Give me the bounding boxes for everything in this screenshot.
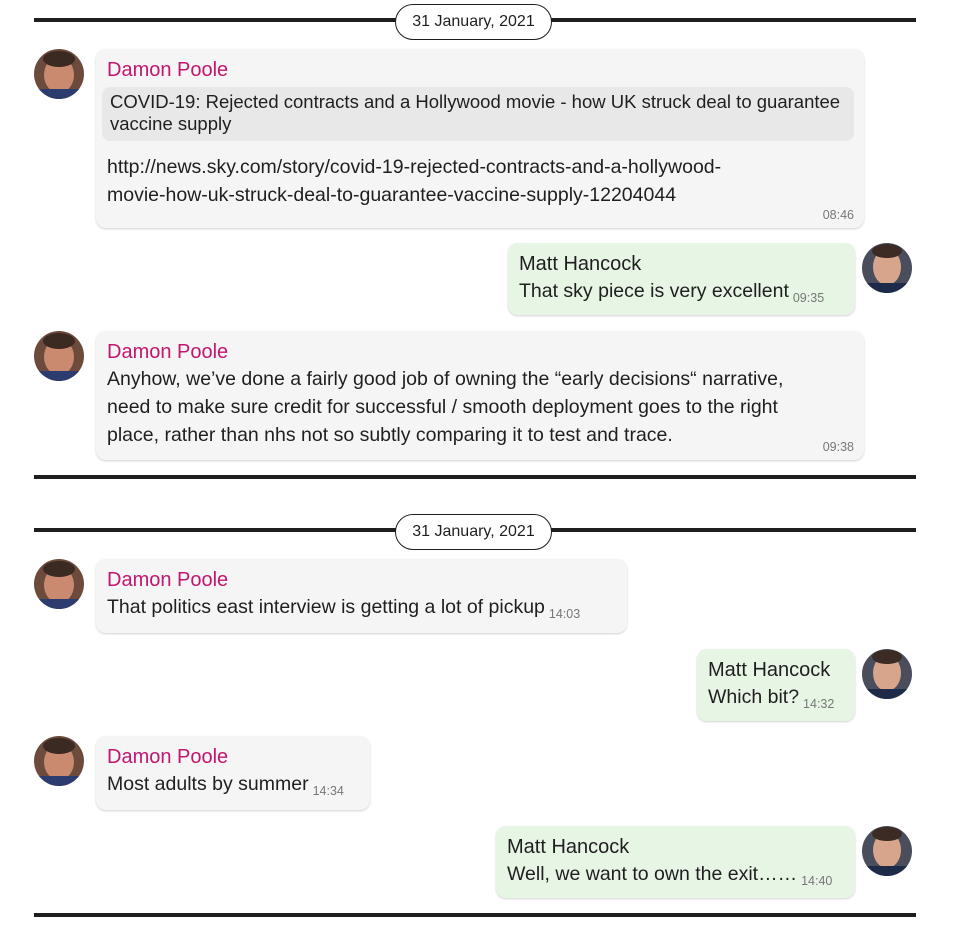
message-text-line: place, rather than nhs not so subtly com… <box>107 424 673 446</box>
sender-name: Damon Poole <box>107 59 229 81</box>
date-separator: 31 January, 2021 <box>395 514 552 550</box>
message-time: 14:03 <box>548 607 581 621</box>
link-preview[interactable]: COVID-19: Rejected contracts and a Holly… <box>102 87 854 141</box>
message-bubble: Matt Hancock Well, we want to own the ex… <box>496 826 855 898</box>
damon-avatar[interactable] <box>34 559 84 609</box>
matt-avatar[interactable] <box>862 243 912 293</box>
matt-avatar[interactable] <box>862 826 912 876</box>
message-time: 14:32 <box>803 697 835 711</box>
damon-avatar[interactable] <box>34 49 84 99</box>
message-text: Well, we want to own the exit…… 14:40 <box>507 860 845 890</box>
message-text-line: need to make sure credit for successful … <box>107 396 778 418</box>
message-time: 14:40 <box>801 874 833 888</box>
message-link-line[interactable]: http://news.sky.com/story/covid-19-rejec… <box>107 153 854 181</box>
message-text-line: Anyhow, we’ve done a fairly good job of … <box>107 368 784 390</box>
sender-name: Damon Poole <box>107 569 229 591</box>
message-bubble: Damon Poole Most adults by summer 14:34 <box>96 736 370 810</box>
section-end-line <box>34 475 916 479</box>
sender-name: Matt Hancock <box>507 836 630 858</box>
message-bubble: Damon Poole Anyhow, we’ve done a fairly … <box>96 331 864 460</box>
message-text-content: That politics east interview is getting … <box>107 596 545 618</box>
message-time: 09:35 <box>792 291 825 305</box>
sender-name: Damon Poole <box>107 341 229 363</box>
damon-avatar[interactable] <box>34 736 84 786</box>
message-time: 08:46 <box>822 208 854 222</box>
matt-avatar[interactable] <box>862 649 912 699</box>
message-bubble: Damon Poole That politics east interview… <box>96 559 627 633</box>
message-bubble: Damon Poole COVID-19: Rejected contracts… <box>96 49 864 228</box>
sender-name: Matt Hancock <box>519 253 642 275</box>
message-text-content: Well, we want to own the exit…… <box>507 863 798 885</box>
date-separator: 31 January, 2021 <box>395 4 552 40</box>
message-text: That politics east interview is getting … <box>107 593 617 623</box>
message-bubble: Matt Hancock Which bit? 14:32 <box>697 649 855 721</box>
section-end-line <box>34 913 916 917</box>
message-text: Most adults by summer 14:34 <box>107 770 360 800</box>
message-text: Which bit? 14:32 <box>708 683 845 713</box>
message-text: That sky piece is very excellent 09:35 <box>519 277 845 307</box>
message-text-content: Which bit? <box>708 686 800 708</box>
message-time: 09:38 <box>822 440 854 454</box>
damon-avatar[interactable] <box>34 331 84 381</box>
sender-name: Damon Poole <box>107 746 229 768</box>
message-bubble: Matt Hancock That sky piece is very exce… <box>508 243 855 315</box>
message-link-line[interactable]: movie-how-uk-struck-deal-to-guarantee-va… <box>107 181 854 209</box>
message-text-content: That sky piece is very excellent <box>519 280 789 302</box>
message-time: 14:34 <box>312 784 344 798</box>
message-text-content: Most adults by summer <box>107 773 309 795</box>
sender-name: Matt Hancock <box>708 659 831 681</box>
